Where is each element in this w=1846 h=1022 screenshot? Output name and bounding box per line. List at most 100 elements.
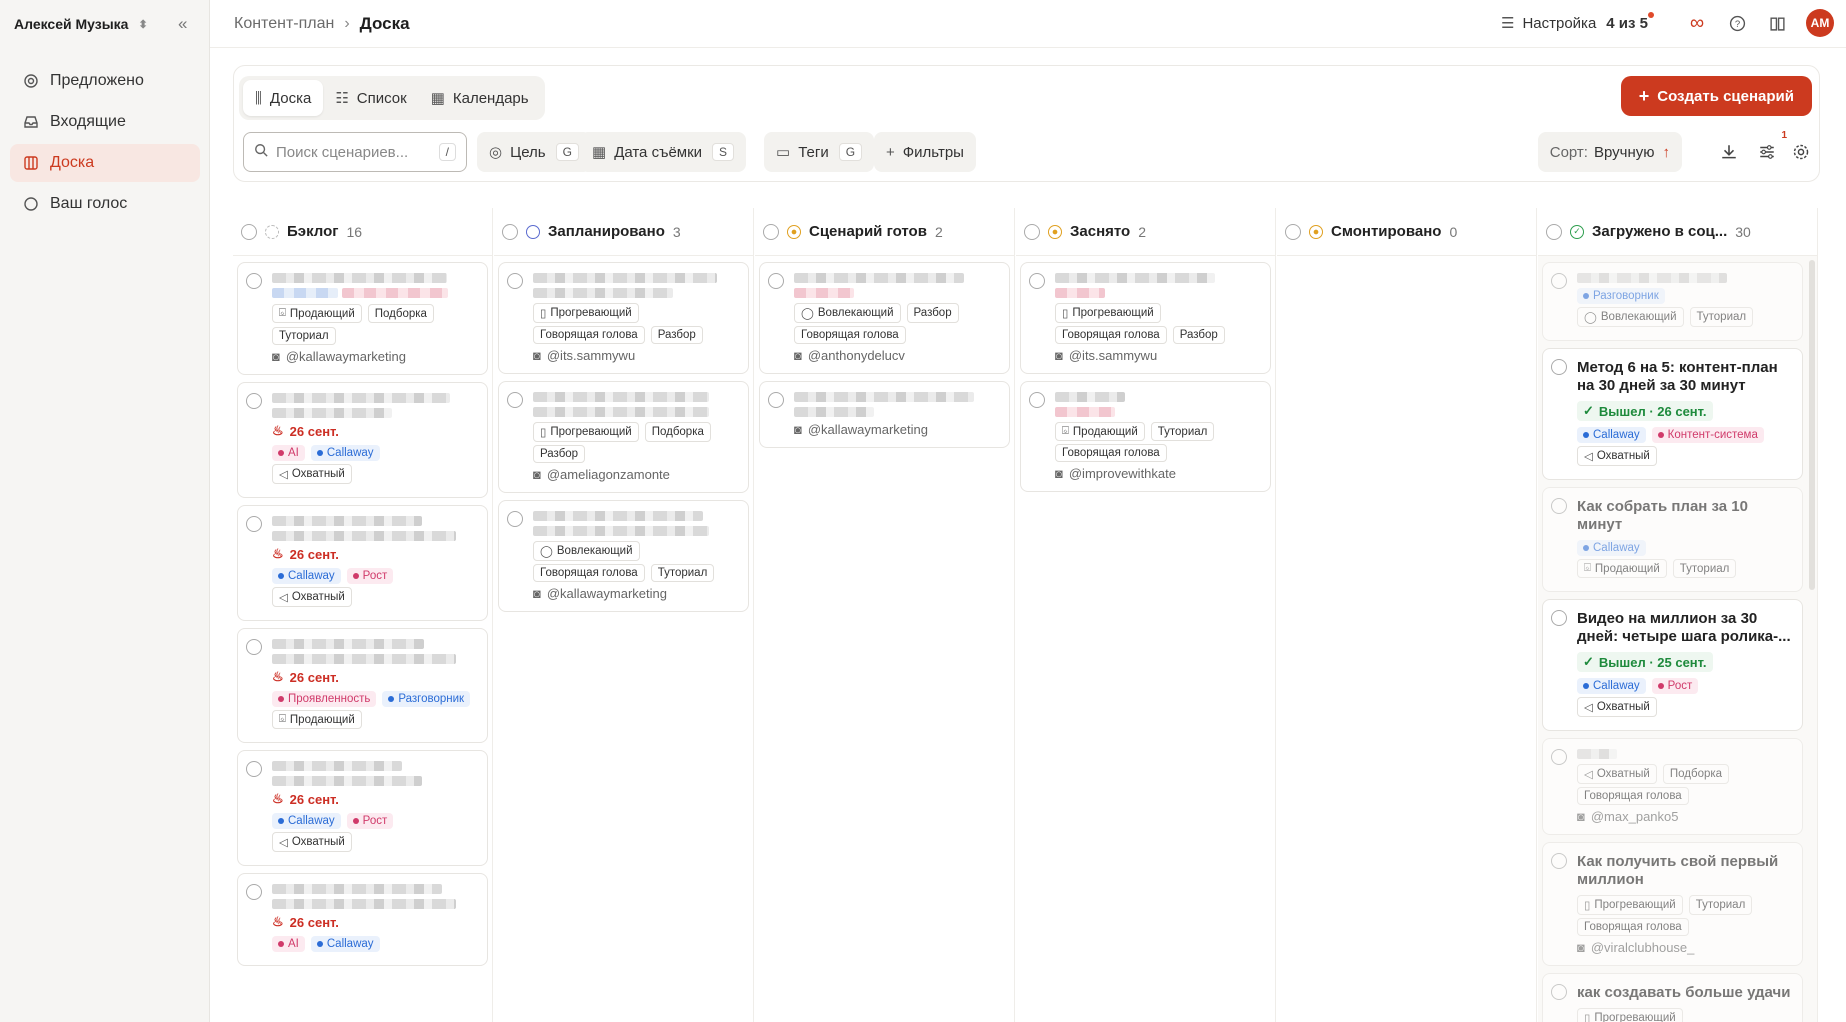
main-area: Контент-план › Доска ☰ Настройка 4 из 5 … xyxy=(210,0,1846,1022)
card-checkbox[interactable] xyxy=(1551,610,1567,626)
card-checkbox[interactable] xyxy=(246,273,262,289)
author-handle: ◙ @its.sammywu xyxy=(533,348,738,363)
script-card[interactable]: Метод 6 на 5: контент-план на 30 дней за… xyxy=(1542,348,1803,480)
sidebar-item-board[interactable]: Доска xyxy=(10,144,200,182)
book-icon[interactable] xyxy=(1766,12,1788,34)
script-card[interactable]: ◯ Вовлекающий Говорящая голова Туториал ◙ @… xyxy=(498,500,749,612)
column-checkbox[interactable] xyxy=(241,223,257,240)
card-checkbox[interactable] xyxy=(507,392,523,408)
column-checkbox[interactable] xyxy=(763,223,779,240)
column-checkbox[interactable] xyxy=(1285,223,1301,240)
status-progress-icon xyxy=(1309,224,1323,239)
sort-label: Сорт: xyxy=(1549,143,1588,161)
filter-tags-button[interactable]: ▭ Теги G xyxy=(764,132,875,172)
script-card[interactable]: ♨ 26 сент. AI Callaway ◁ Охватный xyxy=(237,382,488,498)
chip: Туториал xyxy=(1150,422,1215,441)
chip: Подборка xyxy=(644,422,711,442)
card-checkbox[interactable] xyxy=(1029,273,1045,289)
script-card[interactable]: ◙ @kallawaymarketing xyxy=(759,381,1010,448)
column-header: Сценарий готов 2 xyxy=(755,208,1014,256)
card-checkbox[interactable] xyxy=(246,516,262,532)
chip-label: Прогревающий xyxy=(1594,1012,1676,1022)
author-handle: ◙ @max_panko5 xyxy=(1577,809,1792,824)
card-checkbox[interactable] xyxy=(1551,984,1567,1000)
download-icon[interactable] xyxy=(1717,140,1741,164)
card-checkbox[interactable] xyxy=(768,392,784,408)
help-icon[interactable]: ? xyxy=(1726,12,1748,34)
card-checkbox[interactable] xyxy=(507,273,523,289)
breadcrumb-parent[interactable]: Контент-план xyxy=(234,15,334,33)
tag-label: Callaway xyxy=(288,815,335,827)
due-text: 26 сент. xyxy=(289,546,339,562)
sort-dropdown[interactable]: Сорт: Вручную ↑ xyxy=(1537,132,1682,172)
card-checkbox[interactable] xyxy=(246,761,262,777)
tab-board[interactable]: ⫼ Доска xyxy=(243,80,324,116)
workspace-switcher[interactable]: Алексей Музыка ⬍ xyxy=(14,16,148,32)
create-script-button[interactable]: + Создать сценарий xyxy=(1620,76,1812,116)
sidebar-item-label: Доска xyxy=(50,154,95,171)
script-card[interactable]: Разговорник ◯ Вовлекающий Туториал xyxy=(1542,262,1803,341)
card-checkbox[interactable] xyxy=(1551,853,1567,869)
arrow-up-icon: ↑ xyxy=(1662,143,1671,161)
tag-label: AI xyxy=(288,938,299,950)
script-card[interactable]: ⌺ Продающий Туториал Говорящая голова ◙ @im… xyxy=(1020,381,1271,492)
column-count: 30 xyxy=(1735,223,1751,240)
script-card[interactable]: Как собрать план за 10 минут Callaway ⌺ П… xyxy=(1542,487,1803,592)
sidebar-item-inbox[interactable]: Входящие xyxy=(10,103,200,141)
status-check-icon: ✓ xyxy=(1570,224,1584,239)
card-checkbox[interactable] xyxy=(1551,749,1567,765)
card-checkbox[interactable] xyxy=(507,511,523,527)
script-card[interactable]: ♨ 26 сент. AI Callaway xyxy=(237,873,488,966)
script-card[interactable]: Видео на миллион за 30 дней: четыре шага… xyxy=(1542,599,1803,731)
card-checkbox[interactable] xyxy=(1551,498,1567,514)
script-card[interactable]: ♨ 26 сент. Callaway Рост ◁ Охватный xyxy=(237,505,488,621)
sidebar-item-suggested[interactable]: Предложено xyxy=(10,62,200,100)
chip: ▯ Прогревающий xyxy=(1577,895,1683,915)
card-checkbox[interactable] xyxy=(246,393,262,409)
tag-label: Контент-система xyxy=(1667,429,1758,441)
column-checkbox[interactable] xyxy=(1546,223,1562,240)
filters-button[interactable]: + Фильтры xyxy=(874,132,976,172)
column-checkbox[interactable] xyxy=(502,223,518,240)
setup-progress-button[interactable]: ☰ Настройка 4 из 5 xyxy=(1501,12,1654,32)
script-card[interactable]: ▯ Прогревающий Говорящая голова Разбор ◙ @i… xyxy=(1020,262,1271,374)
target-icon: ◎ xyxy=(489,144,503,161)
script-card[interactable]: Как получить свой первый миллион ▯ Прогре… xyxy=(1542,842,1803,966)
script-card[interactable]: ◯ Вовлекающий Разбор Говорящая голова ◙ @an… xyxy=(759,262,1010,374)
card-checkbox[interactable] xyxy=(246,639,262,655)
topbar-actions: ☰ Настройка 4 из 5 ∞ ? АМ xyxy=(1501,9,1834,37)
gear-icon[interactable] xyxy=(1789,140,1813,164)
filter-goal-button[interactable]: ◎ Цель G xyxy=(477,132,591,172)
sidebar-item-label: Входящие xyxy=(50,113,126,130)
card-checkbox[interactable] xyxy=(1029,392,1045,408)
script-card[interactable]: ♨ 26 сент. Проявленность Разговорник ⌺ Прод… xyxy=(237,628,488,743)
filter-shoot-date-button[interactable]: ▦ Дата съёмки S xyxy=(580,132,747,172)
script-card[interactable]: ◁ Охватный Подборка Говорящая голова ◙ @max… xyxy=(1542,738,1803,835)
script-card[interactable]: ▯ Прогревающий Подборка Разбор ◙ @ameliagon… xyxy=(498,381,749,493)
script-card[interactable]: как создавать больше удачи ▯ Прогревающий xyxy=(1542,973,1803,1022)
sidebar-item-label: Предложено xyxy=(50,72,144,89)
tag-label: Проявленность xyxy=(288,693,371,705)
collapse-sidebar-icon[interactable]: « xyxy=(178,14,187,34)
card-checkbox[interactable] xyxy=(1551,273,1567,289)
search-input[interactable]: Поиск сценариев... / xyxy=(243,132,467,172)
status-progress-icon xyxy=(1048,224,1062,239)
sliders-icon[interactable]: 1 xyxy=(1755,130,1787,164)
sidebar-item-voice[interactable]: Ваш голос xyxy=(10,185,200,223)
calendar-icon: ▦ xyxy=(592,144,607,161)
card-checkbox[interactable] xyxy=(768,273,784,289)
card-checkbox[interactable] xyxy=(246,884,262,900)
avatar[interactable]: АМ xyxy=(1806,9,1834,37)
megaphone-icon: ◁ xyxy=(1584,702,1593,714)
card-checkbox[interactable] xyxy=(1551,359,1567,375)
tab-calendar[interactable]: ▦ Календарь xyxy=(419,80,541,116)
published-badge: ✓ Вышел · 26 сент. xyxy=(1577,401,1713,421)
script-card[interactable]: ⌺ Продающий Подборка Туториал ◙ @kallawaymar… xyxy=(237,262,488,375)
scrollbar[interactable] xyxy=(1809,260,1815,590)
tab-list[interactable]: ☷ Список xyxy=(323,80,418,116)
column-checkbox[interactable] xyxy=(1024,223,1040,240)
create-label: Создать сценарий xyxy=(1657,87,1794,105)
script-card[interactable]: ▯ Прогревающий Говорящая голова Разбор ◙ @i… xyxy=(498,262,749,374)
script-card[interactable]: ♨ 26 сент. Callaway Рост ◁ Охватный xyxy=(237,750,488,866)
infinity-icon[interactable]: ∞ xyxy=(1686,12,1708,34)
